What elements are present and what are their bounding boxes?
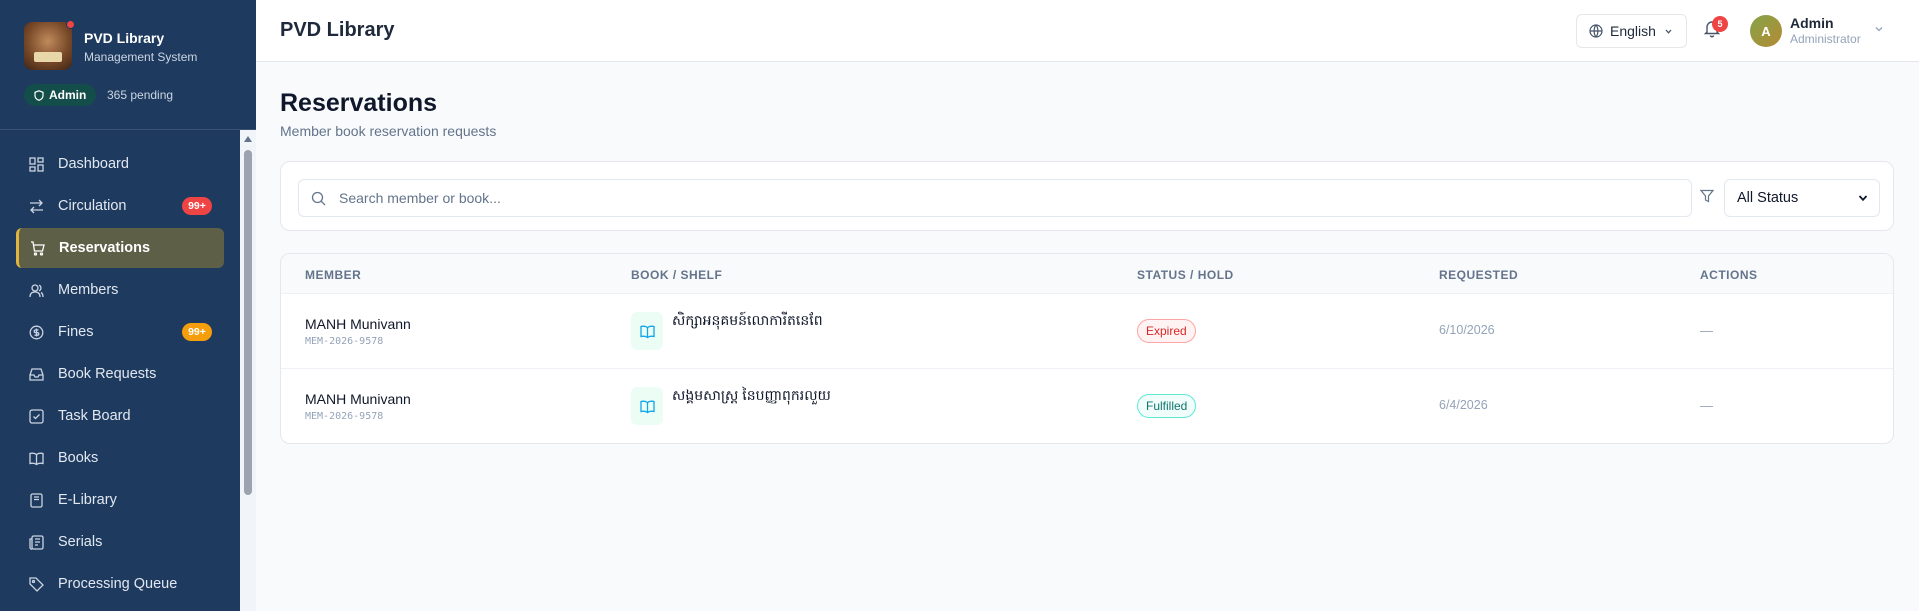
chevron-down-icon [1858,195,1868,202]
language-label: English [1610,23,1656,39]
role-badge-label: Admin [49,88,87,102]
filter-icon [1700,189,1714,203]
tag-icon [28,576,44,592]
book-title: សិក្សាអនុគមន៍លោការីតនេពែ [672,312,823,328]
table-row[interactable]: MANH Munivann MEM-2026-9578 សង្គមសាស្ត្រ… [281,369,1893,443]
book-icon [631,387,663,425]
sidebar: PVD Library Management System Admin 365 … [0,0,256,611]
role-badge: Admin [24,84,97,106]
member-id: MEM-2026-9578 [305,411,384,422]
sidebar-item-processing-queue[interactable]: Processing Queue [16,564,224,604]
column-header-member: MEMBER [305,268,362,282]
shield-icon [34,89,44,101]
sidebar-item-label: Fines [58,324,94,340]
page-title: Reservations [280,89,438,117]
sidebar-item-label: Task Board [58,408,131,424]
sidebar-item-label: Circulation [58,198,127,214]
column-header-requested: REQUESTED [1439,268,1519,282]
checkbox-icon [28,408,44,424]
table-row[interactable]: MANH Munivann MEM-2026-9578 សិក្សាអនុគមន… [281,294,1893,369]
sidebar-item-label: Books [58,450,99,466]
user-name[interactable]: Admin [1790,15,1834,31]
member-id: MEM-2026-9578 [305,336,384,347]
search-box [298,179,1692,217]
sidebar-item-books[interactable]: Books [16,438,224,478]
brand-title: PVD Library [84,30,165,46]
ebook-icon [28,492,44,508]
language-selector[interactable]: English [1576,14,1687,48]
globe-icon [1589,24,1603,38]
sidebar-item-label: Serials [58,534,103,550]
book-open-icon [28,450,44,466]
sidebar-item-e-library[interactable]: E-Library [16,480,224,520]
sidebar-item-book-requests[interactable]: Book Requests [16,354,224,394]
status-filter-select[interactable]: All Status [1724,179,1880,217]
sidebar-nav: Dashboard Circulation 99+ Reservations M… [0,130,240,611]
search-icon [311,191,326,206]
sidebar-item-circulation[interactable]: Circulation 99+ [16,186,224,226]
member-name: MANH Munivann [305,391,411,407]
filter-bar: All Status [280,161,1894,231]
requested-date: 6/4/2026 [1439,398,1488,412]
book-title: សង្គមសាស្ត្រ នៃបញ្ញាពុករលួយ [672,387,831,403]
column-header-status-hold: STATUS / HOLD [1137,268,1234,282]
status-dot [66,20,75,29]
fines-count-badge: 99+ [182,323,212,341]
coin-icon [28,324,44,340]
top-header: PVD Library English 5 A Admin Administra… [256,0,1919,62]
sidebar-item-label: Members [58,282,119,298]
status-badge: Fulfilled [1137,394,1197,418]
reservations-table: MEMBER BOOK / SHELF STATUS / HOLD REQUES… [280,253,1894,444]
sidebar-scrollbar[interactable] [240,130,256,611]
row-actions: — [1700,323,1713,338]
avatar[interactable]: A [1750,15,1782,47]
pending-count: 365 pending [107,88,174,102]
page-subtitle: Member book reservation requests [280,123,497,139]
status-badge: Expired [1137,319,1196,343]
book-icon [631,312,663,350]
sidebar-item-fines[interactable]: Fines 99+ [16,312,224,352]
column-header-book-shelf: BOOK / SHELF [631,268,723,282]
row-actions: — [1700,398,1713,413]
sidebar-item-task-board[interactable]: Task Board [16,396,224,436]
sidebar-item-members[interactable]: Members [16,270,224,310]
sidebar-item-label: E-Library [58,492,117,508]
notification-count-badge: 5 [1712,16,1728,32]
grid-icon [28,156,44,172]
arrows-icon [28,198,44,214]
app-title: PVD Library [280,19,395,41]
cart-icon [29,240,45,256]
newspaper-icon [28,534,44,550]
circulation-count-badge: 99+ [182,197,212,215]
search-input[interactable] [339,180,1679,216]
scroll-thumb[interactable] [244,150,252,495]
brand-subtitle: Management System [84,50,198,64]
sidebar-item-dashboard[interactable]: Dashboard [16,144,224,184]
sidebar-item-label: Book Requests [58,366,157,382]
library-logo[interactable] [24,22,72,70]
sidebar-item-serials[interactable]: Serials [16,522,224,562]
table-header: MEMBER BOOK / SHELF STATUS / HOLD REQUES… [281,254,1893,294]
users-icon [28,282,44,298]
user-role: Administrator [1790,32,1861,46]
scroll-up-arrow[interactable] [244,136,252,142]
chevron-down-icon[interactable] [1874,24,1884,34]
sidebar-item-label: Processing Queue [58,576,178,592]
sidebar-item-label: Dashboard [58,156,129,172]
status-filter-value: All Status [1737,190,1799,206]
member-name: MANH Munivann [305,316,411,332]
column-header-actions: ACTIONS [1700,268,1758,282]
requested-date: 6/10/2026 [1439,323,1495,337]
sidebar-item-label: Reservations [59,240,151,256]
chevron-down-icon [1665,29,1672,34]
sidebar-item-reservations[interactable]: Reservations [16,228,224,268]
brand-header: PVD Library Management System Admin 365 … [0,0,256,130]
inbox-icon [28,366,44,382]
